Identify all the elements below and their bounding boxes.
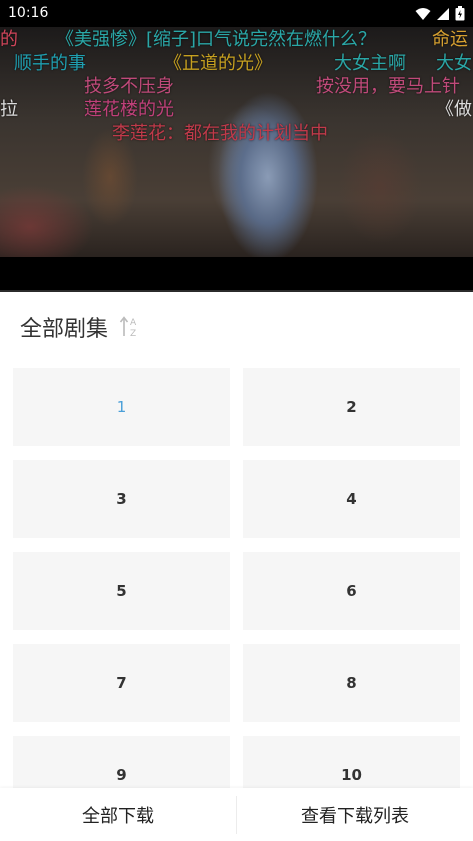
sort-az-icon[interactable]: A Z (118, 314, 140, 340)
episode-button-8[interactable]: 8 (243, 644, 460, 722)
svg-text:A: A (130, 318, 137, 328)
status-icons (415, 6, 465, 21)
episode-button-7[interactable]: 7 (13, 644, 230, 722)
panel-title: 全部剧集 (20, 317, 109, 342)
danmaku-item: 顺手的事 (14, 53, 86, 74)
danmaku-item: 拉 (0, 99, 18, 120)
episode-button-5[interactable]: 5 (13, 552, 230, 630)
episode-grid: 1 2 3 4 5 6 7 8 9 10 (13, 368, 460, 788)
status-time: 10:16 (8, 5, 49, 21)
episode-button-10[interactable]: 10 (243, 736, 460, 788)
episode-button-9[interactable]: 9 (13, 736, 230, 788)
svg-text:Z: Z (130, 329, 136, 339)
danmaku-item: 《做 (436, 99, 472, 120)
episode-button-1[interactable]: 1 (13, 368, 230, 446)
danmaku-item: 《正道的光》 (164, 53, 272, 74)
episode-button-6[interactable]: 6 (243, 552, 460, 630)
video-player[interactable]: 的 《美强惨》[缩子]口气说完然在燃什么？ 命运 顺手的事 《正道的光》 大女主… (0, 27, 473, 292)
episode-button-2[interactable]: 2 (243, 368, 460, 446)
battery-icon (455, 6, 465, 21)
danmaku-item: 李莲花：都在我的计划当中 (112, 123, 328, 144)
bottom-action-bar: 全部下载 查看下载列表 (0, 788, 473, 841)
panel-header: 全部剧集 A Z (20, 311, 140, 343)
view-download-list-button[interactable]: 查看下载列表 (237, 802, 473, 828)
episode-button-3[interactable]: 3 (13, 460, 230, 538)
episode-button-4[interactable]: 4 (243, 460, 460, 538)
danmaku-item: 的 (0, 29, 18, 50)
signal-icon (437, 7, 449, 20)
video-figure (208, 87, 328, 257)
danmaku-item: 莲花楼的光 (84, 99, 174, 120)
download-all-button[interactable]: 全部下载 (0, 802, 236, 828)
danmaku-item: 《美强惨》[缩子]口气说完然在燃什么？ (56, 29, 377, 50)
wifi-icon (415, 7, 431, 20)
status-bar: 10:16 (0, 0, 473, 27)
episode-panel: 全部剧集 A Z 1 2 3 4 5 6 7 8 9 10 全部下载 查看下载列… (0, 292, 473, 841)
danmaku-item: 命运 (432, 29, 468, 50)
